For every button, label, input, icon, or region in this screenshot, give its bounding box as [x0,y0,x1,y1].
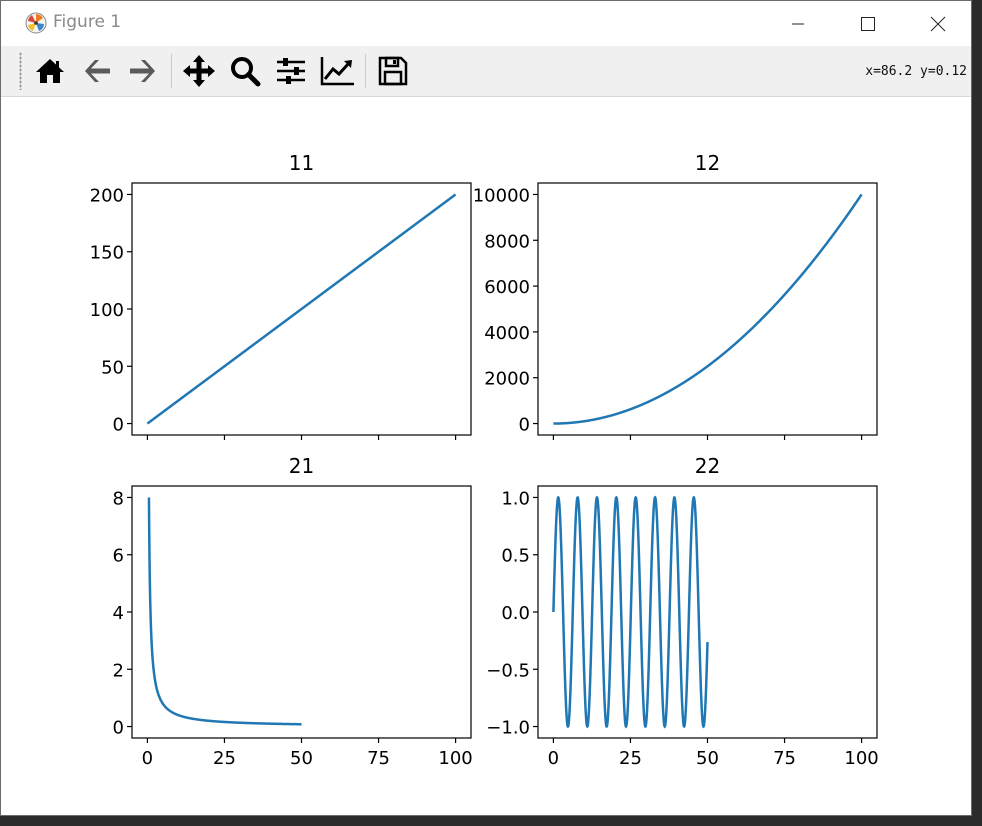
y-tick-label: 0.0 [501,603,530,624]
floppy-disk-icon [378,56,408,86]
arrow-right-icon [130,60,155,82]
toolbar-separator [171,54,172,88]
subplot-title: 11 [289,151,314,175]
save-button[interactable] [375,53,411,89]
subplot-11[interactable]: 11 0 50 100 150 200 [90,151,472,440]
subplot-title: 21 [289,454,314,478]
y-tick-label: 0 [519,415,530,436]
cursor-coordinates: x=86.2 y=0.12 [865,64,967,79]
back-button[interactable] [79,53,115,89]
home-button[interactable] [32,53,68,89]
y-tick-label: 8 [113,488,124,509]
x-tick-label: 100 [438,748,472,769]
y-tick-label: 4 [113,603,124,624]
arrow-left-icon [85,60,110,82]
pan-button[interactable] [181,53,217,89]
x-tick-label: 50 [290,748,313,769]
figure-canvas[interactable]: 1105010015020012020004000600080001000021… [1,97,971,815]
subplot-12[interactable]: 12 0 2000 4000 6000 8000 10000 [473,151,878,440]
x-tick-label: 0 [548,748,559,769]
y-tick-label: 6000 [484,277,530,298]
home-icon [36,59,64,83]
edit-axes-button[interactable] [320,53,356,89]
y-tick-label: 8000 [484,231,530,252]
configure-subplots-button[interactable] [273,53,309,89]
series-line [553,193,863,425]
subplot-title: 12 [695,151,720,175]
maximize-icon [861,16,875,31]
y-tick-label: 2000 [484,369,530,390]
y-tick-label: 200 [90,185,124,206]
y-tick-label: 1.0 [501,488,530,509]
subplot-22[interactable]: 22 −1.0 −0.5 0.0 0.5 1.0 0 25 50 75 100 [486,454,878,769]
x-tick-label: 25 [619,748,642,769]
y-tick-label: 10000 [473,185,530,206]
sliders-icon [277,58,305,84]
line-chart-icon [320,57,354,86]
zoom-button[interactable] [227,53,263,89]
maximize-button[interactable] [837,1,899,46]
series-line [146,193,457,425]
close-icon [930,16,946,31]
y-tick-label: −0.5 [486,660,530,681]
toolbar-grip[interactable] [19,52,22,90]
x-tick-label: 75 [367,748,390,769]
forward-button[interactable] [125,53,161,89]
y-tick-label: −1.0 [486,718,530,739]
minimize-button[interactable] [767,1,829,46]
y-tick-label: 4000 [484,323,530,344]
y-tick-label: 0 [113,718,124,739]
y-tick-label: 100 [90,300,124,321]
figure-window: Figure 1 x=86.2 y=0.12 11 0 50 100 150 2… [0,0,972,816]
x-tick-label: 25 [213,748,236,769]
series-line [552,495,709,729]
window-title: Figure 1 [53,12,122,32]
axes-frame [131,485,472,739]
y-tick-label: 0 [113,415,124,436]
y-tick-label: 50 [101,357,124,378]
subplot-title: 22 [695,454,720,478]
toolbar-separator [365,54,366,88]
x-tick-label: 0 [142,748,153,769]
subplot-21[interactable]: 21 0 2 4 6 8 0 25 50 75 100 [113,454,473,769]
close-button[interactable] [907,1,969,46]
y-tick-label: 6 [113,546,124,567]
y-tick-label: 0.5 [501,546,530,567]
title-bar: Figure 1 [1,1,971,46]
move-icon [183,55,215,87]
x-tick-label: 100 [844,748,878,769]
series-line [147,497,302,726]
navigation-toolbar: x=86.2 y=0.12 [1,46,971,97]
matplotlib-logo-icon [25,12,47,34]
x-tick-label: 50 [696,748,719,769]
y-tick-label: 2 [113,660,124,681]
x-tick-label: 75 [773,748,796,769]
magnifier-icon [231,57,261,87]
axes-frame [537,182,878,436]
minimize-icon [792,23,804,24]
y-tick-label: 150 [90,243,124,264]
